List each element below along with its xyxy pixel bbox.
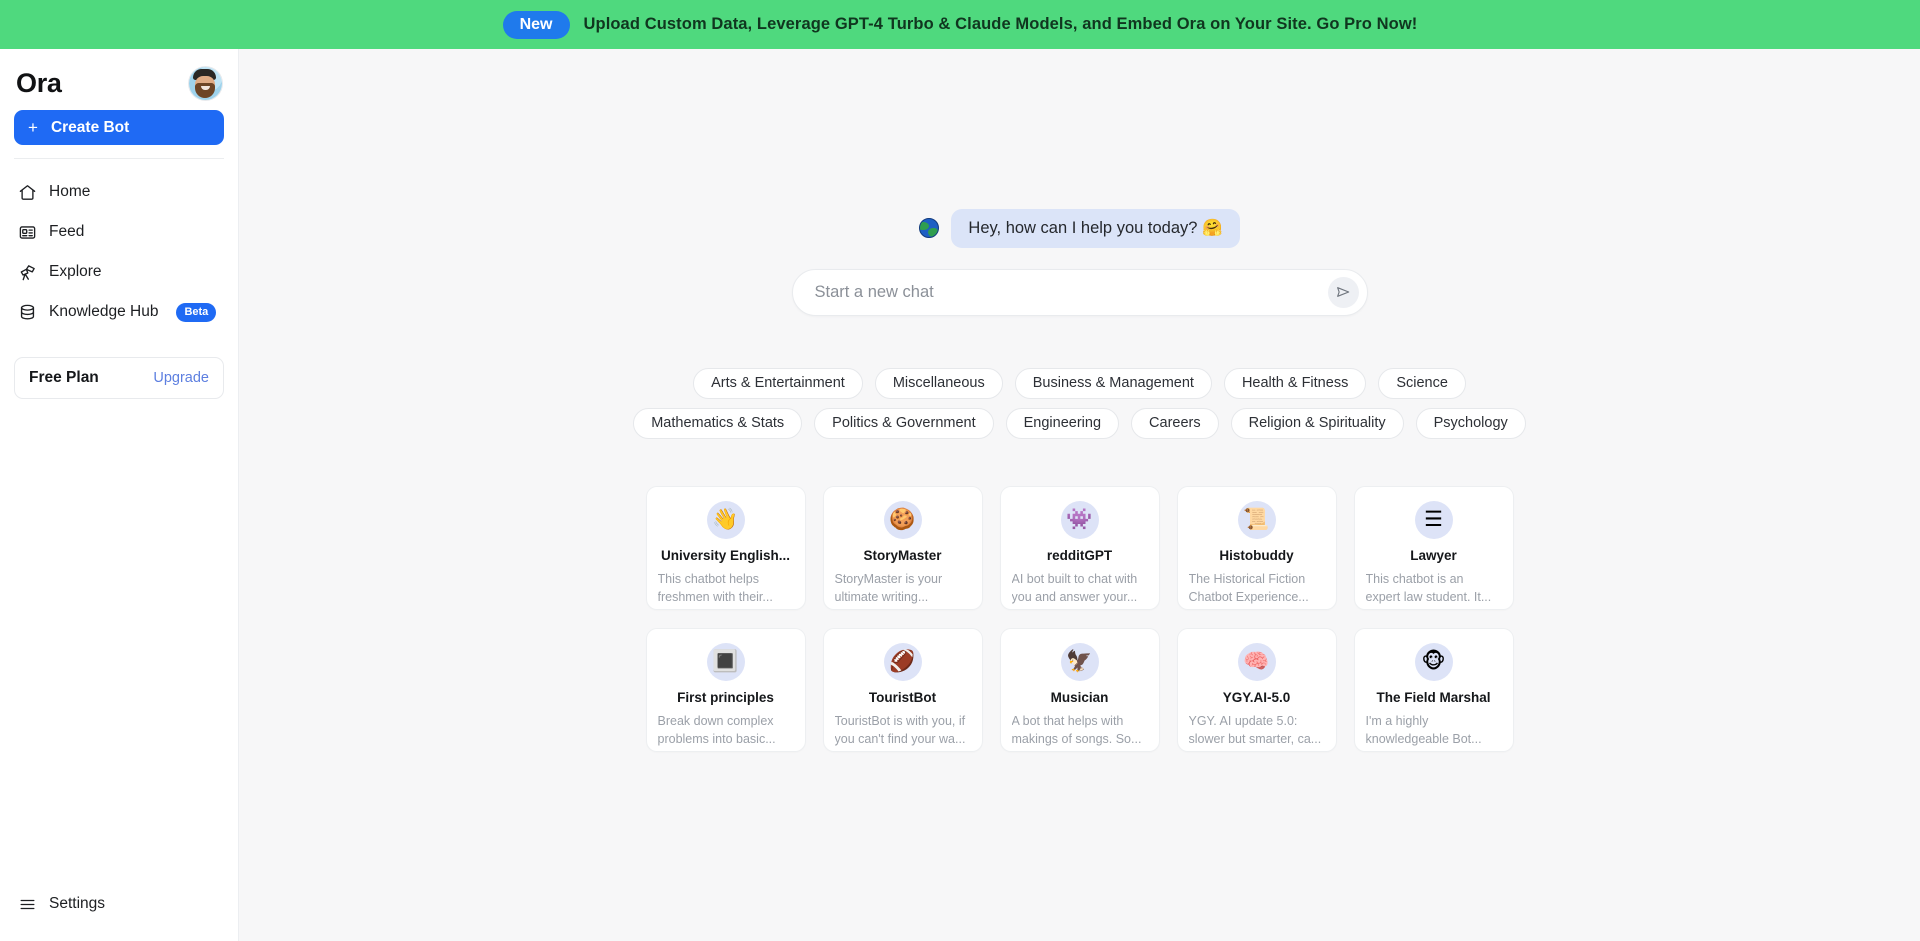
plus-icon: + [28, 119, 38, 136]
bot-grid: 👋 University English... This chatbot hel… [646, 486, 1514, 752]
sidebar-item-label: Feed [49, 223, 84, 241]
promo-new-badge: New [503, 11, 570, 39]
bot-description: The Historical Fiction Chatbot Experienc… [1189, 570, 1325, 606]
sidebar-item-settings[interactable]: Settings [14, 885, 224, 923]
bot-name: The Field Marshal [1376, 690, 1490, 705]
database-icon [18, 303, 37, 322]
bot-name: Histobuddy [1219, 548, 1293, 563]
category-chip[interactable]: Science [1378, 368, 1466, 399]
bot-description: This chatbot helps freshmen with their..… [658, 570, 794, 606]
chat-input[interactable] [815, 283, 1328, 302]
sidebar-item-knowledge-hub[interactable]: Knowledge Hub Beta [14, 293, 224, 331]
assistant-greeting: Hey, how can I help you today? 🤗 [919, 209, 1239, 248]
bot-name: StoryMaster [863, 548, 941, 563]
sidebar-item-label: Home [49, 183, 90, 201]
bot-name: University English... [661, 548, 790, 563]
bot-description: This chatbot is an expert law student. I… [1366, 570, 1502, 606]
waving-hand-icon: 👋 [707, 501, 745, 539]
category-chip[interactable]: Business & Management [1015, 368, 1212, 399]
sidebar-item-explore[interactable]: Explore [14, 253, 224, 291]
scroll-icon: 📜 [1238, 501, 1276, 539]
abacus-icon: ☰ [1415, 501, 1453, 539]
feed-icon [18, 223, 37, 242]
sidebar: Ora + Create Bot [0, 49, 239, 941]
app-body: Ora + Create Bot [0, 49, 1920, 941]
bot-description: I'm a highly knowledgeable Bot... [1366, 712, 1502, 748]
bot-card[interactable]: 🧠 YGY.AI-5.0 YGY. AI update 5.0: slower … [1177, 628, 1337, 752]
promo-banner-text: Upload Custom Data, Leverage GPT-4 Turbo… [584, 15, 1418, 34]
category-chips: Arts & Entertainment Miscellaneous Busin… [630, 368, 1530, 439]
settings-label: Settings [49, 895, 105, 913]
plan-label: Free Plan [29, 369, 99, 387]
main-content: Hey, how can I help you today? 🤗 Arts & … [239, 49, 1920, 941]
bot-card[interactable]: 🐵 The Field Marshal I'm a highly knowled… [1354, 628, 1514, 752]
bot-description: Break down complex problems into basic..… [658, 712, 794, 748]
category-chip[interactable]: Engineering [1006, 408, 1119, 439]
bot-name: TouristBot [869, 690, 936, 705]
promo-banner[interactable]: New Upload Custom Data, Leverage GPT-4 T… [0, 0, 1920, 49]
bot-description: StoryMaster is your ultimate writing... [835, 570, 971, 606]
bot-name: Musician [1051, 690, 1109, 705]
bot-description: AI bot built to chat with you and answer… [1012, 570, 1148, 606]
create-bot-button[interactable]: + Create Bot [14, 110, 224, 145]
bot-card[interactable]: 🏈 TouristBot TouristBot is with you, if … [823, 628, 983, 752]
alien-monster-icon: 👾 [1061, 501, 1099, 539]
category-chip[interactable]: Mathematics & Stats [633, 408, 802, 439]
category-chip[interactable]: Miscellaneous [875, 368, 1003, 399]
globe-icon [919, 218, 939, 238]
bot-card[interactable]: 🍪 StoryMaster StoryMaster is your ultima… [823, 486, 983, 610]
bot-name: Lawyer [1410, 548, 1457, 563]
monkey-face-icon: 🐵 [1415, 643, 1453, 681]
sidebar-item-label: Knowledge Hub [49, 303, 158, 321]
beta-badge: Beta [176, 303, 216, 322]
bot-card[interactable]: 🦅 Musician A bot that helps with makings… [1000, 628, 1160, 752]
white-square-button-icon: 🔳 [707, 643, 745, 681]
bot-name: First principles [677, 690, 774, 705]
user-avatar[interactable] [189, 67, 222, 100]
category-chip[interactable]: Health & Fitness [1224, 368, 1366, 399]
ora-app-window: New Upload Custom Data, Leverage GPT-4 T… [0, 0, 1920, 941]
sidebar-divider [14, 158, 224, 159]
category-chip[interactable]: Religion & Spirituality [1231, 408, 1404, 439]
bot-card[interactable]: 🔳 First principles Break down complex pr… [646, 628, 806, 752]
football-icon: 🏈 [884, 643, 922, 681]
hamburger-icon [18, 895, 37, 914]
sidebar-item-home[interactable]: Home [14, 173, 224, 211]
chat-composer[interactable] [792, 269, 1368, 316]
send-icon [1335, 284, 1351, 300]
sidebar-item-label: Explore [49, 263, 102, 281]
brain-icon: 🧠 [1238, 643, 1276, 681]
eagle-icon: 🦅 [1061, 643, 1099, 681]
category-chip[interactable]: Arts & Entertainment [693, 368, 863, 399]
bot-card[interactable]: 📜 Histobuddy The Historical Fiction Chat… [1177, 486, 1337, 610]
bot-card[interactable]: 👋 University English... This chatbot hel… [646, 486, 806, 610]
bot-name: redditGPT [1047, 548, 1112, 563]
bot-card[interactable]: ☰ Lawyer This chatbot is an expert law s… [1354, 486, 1514, 610]
sidebar-header: Ora [14, 49, 224, 110]
send-button[interactable] [1328, 277, 1359, 308]
plan-card: Free Plan Upgrade [14, 357, 224, 399]
telescope-icon [18, 263, 37, 282]
bot-description: TouristBot is with you, if you can't fin… [835, 712, 971, 748]
bot-card[interactable]: 👾 redditGPT AI bot built to chat with yo… [1000, 486, 1160, 610]
category-chip[interactable]: Careers [1131, 408, 1219, 439]
category-chip[interactable]: Psychology [1416, 408, 1526, 439]
sidebar-footer: Settings [14, 885, 224, 941]
bot-name: YGY.AI-5.0 [1223, 690, 1291, 705]
bot-description: YGY. AI update 5.0: slower but smarter, … [1189, 712, 1325, 748]
sidebar-nav: Home Feed [14, 173, 224, 331]
home-icon [18, 183, 37, 202]
create-bot-label: Create Bot [51, 119, 129, 137]
brand-title: Ora [16, 68, 62, 99]
upgrade-link[interactable]: Upgrade [153, 370, 209, 386]
bot-description: A bot that helps with makings of songs. … [1012, 712, 1148, 748]
cookie-icon: 🍪 [884, 501, 922, 539]
sidebar-item-feed[interactable]: Feed [14, 213, 224, 251]
greeting-bubble: Hey, how can I help you today? 🤗 [951, 209, 1239, 248]
category-chip[interactable]: Politics & Government [814, 408, 993, 439]
